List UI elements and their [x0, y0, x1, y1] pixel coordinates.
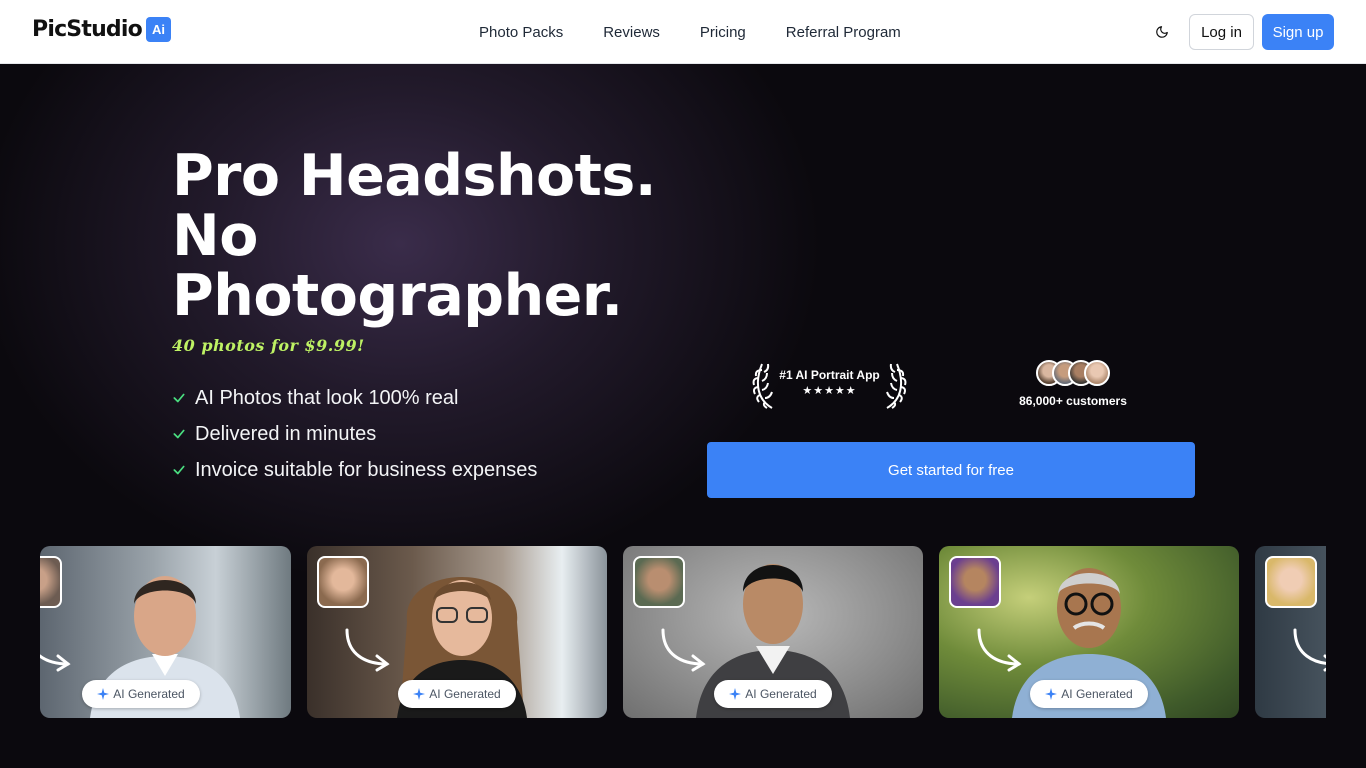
transform-arrow-icon	[1293, 628, 1326, 672]
customer-count: 86,000+ customers	[1010, 360, 1136, 410]
ai-generated-badge: AI Generated	[398, 680, 516, 708]
sparkle-icon	[729, 688, 742, 700]
moon-icon	[1156, 26, 1168, 38]
transform-arrow-icon	[40, 654, 71, 672]
hero-section: Pro Headshots. No Photographer. 40 photo…	[0, 64, 1366, 768]
example-gallery: AI Generated AI Generated AI Generated A…	[40, 546, 1326, 718]
transform-arrow-icon	[977, 628, 1022, 672]
gallery-card[interactable]: AI Generated	[939, 546, 1239, 718]
feature-text: AI Photos that look 100% real	[195, 386, 459, 409]
get-started-button[interactable]: Get started for free	[707, 442, 1195, 498]
avatar	[1084, 360, 1110, 386]
transform-arrow-icon	[661, 628, 706, 672]
transform-arrow-icon	[345, 628, 390, 672]
gallery-card[interactable]: AI Generated	[40, 546, 291, 718]
feature-item: AI Photos that look 100% real	[172, 380, 537, 416]
headline-line-2: No	[172, 203, 258, 269]
ai-generated-label: AI Generated	[113, 687, 185, 701]
nav-link-reviews[interactable]: Reviews	[603, 24, 660, 41]
nav-link-pricing[interactable]: Pricing	[700, 24, 746, 41]
check-icon	[172, 463, 187, 477]
headline-line-1: Pro Headshots.	[172, 143, 657, 209]
original-photo-thumb	[317, 556, 369, 608]
sparkle-icon	[97, 688, 110, 700]
price-tagline: 40 photos for $9.99!	[172, 336, 365, 355]
avatar-stack	[1036, 360, 1110, 386]
ai-generated-label: AI Generated	[429, 687, 501, 701]
logo-text: PicStudio	[32, 17, 143, 42]
login-button[interactable]: Log in	[1189, 14, 1254, 50]
headline-line-3: Photographer.	[172, 263, 623, 329]
feature-text: Delivered in minutes	[195, 422, 377, 445]
feature-list: AI Photos that look 100% real Delivered …	[172, 380, 537, 488]
signup-button[interactable]: Sign up	[1262, 14, 1334, 50]
customer-count-label: 86,000+ customers	[1019, 394, 1127, 408]
nav-link-referral-program[interactable]: Referral Program	[786, 24, 901, 41]
ai-generated-label: AI Generated	[1061, 687, 1133, 701]
gallery-card[interactable]: AI Generated	[623, 546, 923, 718]
original-photo-thumb	[949, 556, 1001, 608]
feature-text: Invoice suitable for business expenses	[195, 458, 538, 481]
logo-badge: Ai	[145, 17, 171, 42]
top-nav: PicStudio Ai Photo Packs Reviews Pricing…	[0, 0, 1366, 64]
ai-generated-label: AI Generated	[745, 687, 817, 701]
original-photo-thumb	[633, 556, 685, 608]
hero-headline: Pro Headshots. No Photographer.	[172, 146, 692, 326]
sparkle-icon	[413, 688, 426, 700]
feature-item: Delivered in minutes	[172, 416, 537, 452]
nav-links: Photo Packs Reviews Pricing Referral Pro…	[479, 0, 941, 64]
theme-toggle-button[interactable]	[1150, 20, 1174, 44]
ai-generated-badge: AI Generated	[82, 680, 200, 708]
original-photo-thumb	[40, 556, 62, 608]
ai-generated-badge: AI Generated	[714, 680, 832, 708]
gallery-card[interactable]	[1255, 546, 1326, 718]
gallery-card[interactable]: AI Generated	[307, 546, 607, 718]
feature-item: Invoice suitable for business expenses	[172, 452, 537, 488]
logo[interactable]: PicStudio Ai	[32, 17, 171, 42]
check-icon	[172, 427, 187, 441]
original-photo-thumb	[1265, 556, 1317, 608]
sparkle-icon	[1045, 688, 1058, 700]
check-icon	[172, 391, 187, 405]
laurel-right-icon	[886, 363, 907, 409]
award-badge: #1 AI Portrait App ★★★★★	[752, 360, 907, 410]
nav-link-photo-packs[interactable]: Photo Packs	[479, 24, 563, 41]
ai-generated-badge: AI Generated	[1030, 680, 1148, 708]
